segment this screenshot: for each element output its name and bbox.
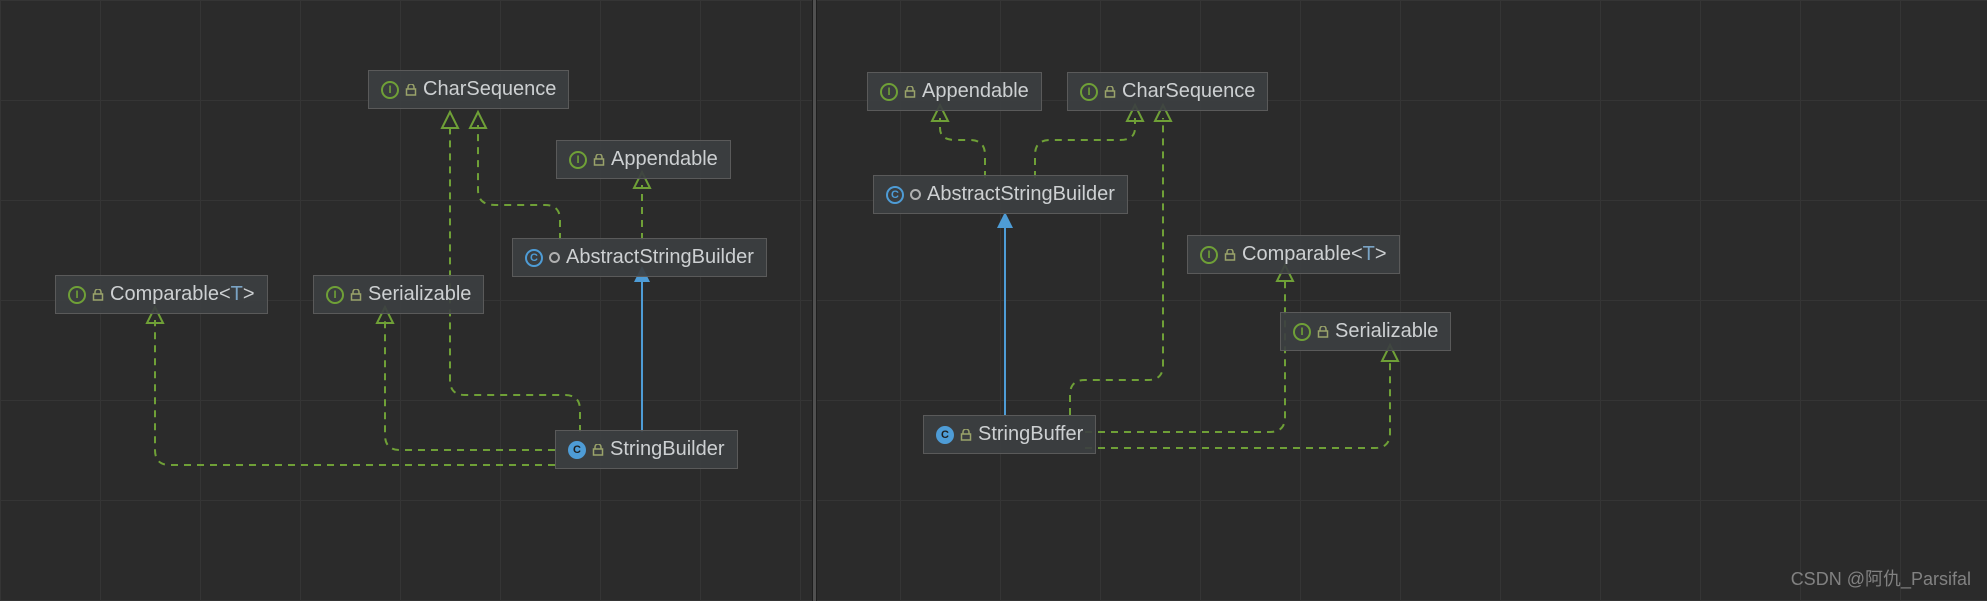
lock-icon: [592, 444, 604, 456]
node-stringbuilder[interactable]: C StringBuilder: [555, 430, 738, 469]
interface-icon: I: [1200, 246, 1218, 264]
node-charsequence-right[interactable]: I CharSequence: [1067, 72, 1268, 111]
abstract-marker-icon: [910, 189, 921, 200]
node-serializable-left[interactable]: I Serializable: [313, 275, 484, 314]
node-appendable-left[interactable]: I Appendable: [556, 140, 731, 179]
node-abstractstringbuilder-right[interactable]: C AbstractStringBuilder: [873, 175, 1128, 214]
node-label: StringBuffer: [978, 423, 1083, 446]
interface-icon: I: [1293, 323, 1311, 341]
node-label: Serializable: [368, 283, 471, 306]
node-label: Comparable<T>: [1242, 243, 1387, 266]
interface-icon: I: [68, 286, 86, 304]
class-icon: C: [936, 426, 954, 444]
class-icon: C: [886, 186, 904, 204]
node-appendable-right[interactable]: I Appendable: [867, 72, 1042, 111]
abstract-marker-icon: [549, 252, 560, 263]
node-label: Appendable: [611, 148, 718, 171]
lock-icon: [405, 84, 417, 96]
lock-icon: [350, 289, 362, 301]
node-label: StringBuilder: [610, 438, 725, 461]
node-label: CharSequence: [423, 78, 556, 101]
lock-icon: [593, 154, 605, 166]
lock-icon: [1104, 86, 1116, 98]
left-diagram-pane: I CharSequence I Appendable C AbstractSt…: [0, 0, 812, 601]
interface-icon: I: [569, 151, 587, 169]
node-comparable-left[interactable]: I Comparable<T>: [55, 275, 268, 314]
node-abstractstringbuilder-left[interactable]: C AbstractStringBuilder: [512, 238, 767, 277]
node-charsequence-left[interactable]: I CharSequence: [368, 70, 569, 109]
node-label: AbstractStringBuilder: [927, 183, 1115, 206]
lock-icon: [904, 86, 916, 98]
class-icon: C: [525, 249, 543, 267]
interface-icon: I: [880, 83, 898, 101]
right-diagram-pane: I Appendable I CharSequence C AbstractSt…: [815, 0, 1987, 601]
node-label: Appendable: [922, 80, 1029, 103]
node-comparable-right[interactable]: I Comparable<T>: [1187, 235, 1400, 274]
interface-icon: I: [326, 286, 344, 304]
lock-icon: [1317, 326, 1329, 338]
lock-icon: [960, 429, 972, 441]
node-label: AbstractStringBuilder: [566, 246, 754, 269]
node-label: Serializable: [1335, 320, 1438, 343]
class-icon: C: [568, 441, 586, 459]
interface-icon: I: [1080, 83, 1098, 101]
node-stringbuffer[interactable]: C StringBuffer: [923, 415, 1096, 454]
lock-icon: [92, 289, 104, 301]
node-label: CharSequence: [1122, 80, 1255, 103]
node-label: Comparable<T>: [110, 283, 255, 306]
lock-icon: [1224, 249, 1236, 261]
watermark-text: CSDN @阿仇_Parsifal: [1791, 565, 1971, 591]
interface-icon: I: [381, 81, 399, 99]
node-serializable-right[interactable]: I Serializable: [1280, 312, 1451, 351]
